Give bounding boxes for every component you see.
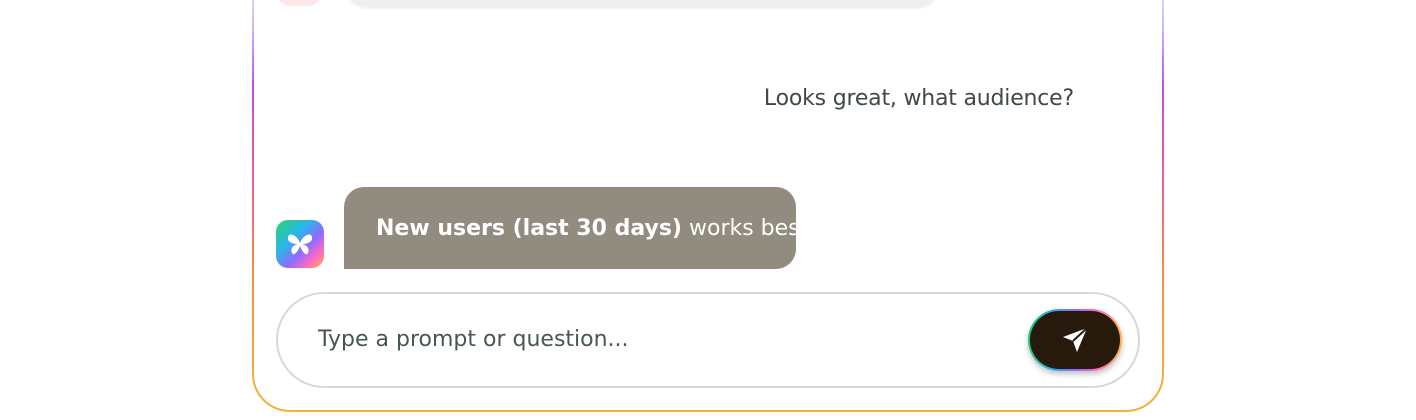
assistant-message-bubble: New users (last 30 days) works best. [344,187,815,269]
previous-message-avatar [276,0,322,6]
user-message: Looks great, what audience? [763,86,1074,111]
chat-panel: Looks great, what audience? New users (l… [254,0,1162,410]
assistant-message-text: works best. [682,215,816,241]
assistant-message-highlight: New users (last 30 days) [376,215,682,241]
prompt-input-placeholder: Type a prompt or question... [318,327,629,352]
chat-panel-frame: Looks great, what audience? New users (l… [252,0,1164,412]
prompt-input-field[interactable]: Type a prompt or question... [276,292,1140,388]
send-button-inner [1030,311,1120,369]
send-icon [1063,327,1088,352]
assistant-avatar [276,220,324,268]
send-button[interactable] [1028,309,1122,371]
previous-message-bubble [344,0,940,7]
butterfly-icon [287,234,313,255]
